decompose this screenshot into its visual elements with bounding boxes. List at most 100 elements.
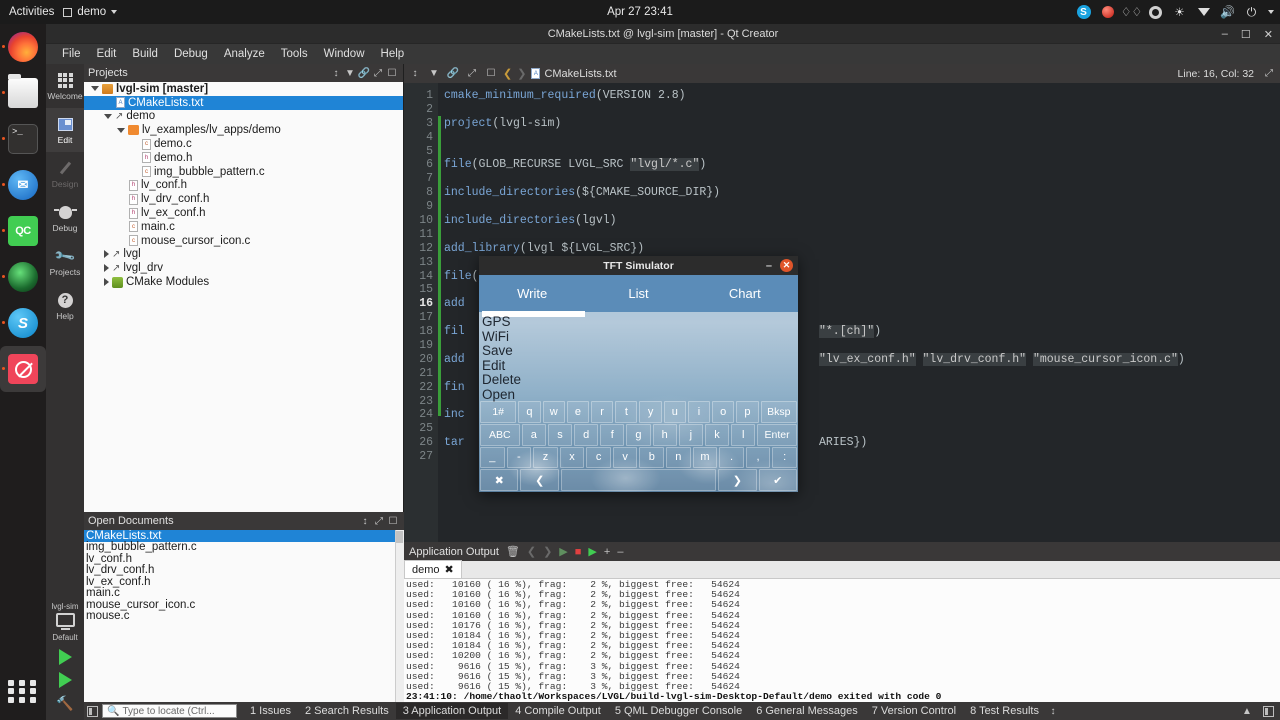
back-icon[interactable]: ↕ (408, 67, 422, 81)
key-c[interactable]: c (586, 446, 611, 469)
key-e[interactable]: e (566, 401, 590, 423)
key-t[interactable]: t (615, 401, 638, 423)
sort-icon[interactable]: ↕ (329, 66, 343, 80)
output-tab-demo[interactable]: demo ✖ (404, 560, 462, 578)
tft-list[interactable]: GPS WiFi Save Edit Delete Open (482, 314, 521, 403)
scrollbar-thumb[interactable] (396, 531, 403, 543)
expander-expand-icon[interactable] (104, 264, 109, 273)
key-Bksp[interactable]: Bksp (760, 401, 797, 423)
close-pane-icon[interactable]: ☐ (386, 514, 400, 528)
tft-list-item[interactable]: WiFi (482, 329, 521, 345)
menu-analyze[interactable]: Analyze (216, 46, 273, 62)
close-button[interactable]: ✕ (1264, 28, 1273, 41)
dock-item-globe-app[interactable] (0, 254, 46, 300)
close-split-icon[interactable]: ☐ (484, 67, 498, 81)
key-l[interactable]: l (731, 423, 756, 446)
expander-collapse-icon[interactable] (117, 127, 125, 133)
key-x[interactable]: x (559, 446, 585, 469)
key-sym[interactable]: ❯ (718, 469, 757, 491)
split-icon[interactable]: ⤢ (465, 67, 479, 81)
open-document-item[interactable]: lv_drv_conf.h (84, 564, 404, 576)
toggle-output-button[interactable] (1263, 705, 1274, 717)
menu-file[interactable]: File (54, 46, 89, 62)
tree-item[interactable]: h lv_ex_conf.h (84, 206, 403, 220)
tree-item[interactable]: ↗ demo (84, 110, 403, 124)
chevron-down-icon[interactable] (1268, 10, 1274, 14)
output-pane-button-version-control[interactable]: 7 Version Control (865, 703, 963, 719)
open-documents-list[interactable]: CMakeLists.txt img_bubble_pattern.c lv_con… (84, 530, 404, 720)
expander-expand-icon[interactable] (104, 278, 109, 287)
open-document-item[interactable]: CMakeLists.txt (84, 530, 404, 542)
key-u[interactable]: u (663, 401, 686, 423)
tree-item[interactable]: h lv_drv_conf.h (84, 192, 403, 206)
key-g[interactable]: g (626, 423, 651, 446)
resize-handle-icon[interactable]: ↕ (1046, 704, 1060, 718)
mode-welcome[interactable]: Welcome (46, 64, 84, 108)
dock-item-thunderbird[interactable]: ✉ (0, 162, 46, 208)
nav-forward-icon[interactable]: ❯ (517, 67, 526, 80)
tree-item[interactable]: CMake Modules (84, 275, 403, 289)
dock-item-qtcreator[interactable]: QC (0, 208, 46, 254)
menu-build[interactable]: Build (124, 46, 166, 62)
debug-button[interactable] (58, 672, 72, 688)
minimize-button[interactable]: – (1222, 28, 1228, 40)
key-o[interactable]: o (712, 401, 735, 423)
key-_[interactable]: _ (480, 446, 505, 469)
dropbox-icon[interactable]: ♢♢ (1121, 5, 1143, 20)
prev-icon[interactable]: ❮ (527, 545, 536, 558)
mode-edit[interactable]: Edit (46, 108, 84, 152)
steam-icon[interactable] (1148, 5, 1163, 20)
rerun-icon[interactable]: ▶ (588, 545, 596, 558)
key-y[interactable]: y (639, 401, 662, 423)
output-pane-button-search-results[interactable]: 2 Search Results (298, 703, 396, 719)
run-icon[interactable]: ▶ (559, 545, 567, 558)
dock-item-blocked-app[interactable] (0, 346, 46, 392)
tab-list[interactable]: List (585, 286, 691, 301)
key-v[interactable]: v (612, 446, 638, 469)
brightness-icon[interactable]: ☀ (1172, 5, 1187, 20)
tree-item[interactable]: c demo.c (84, 137, 403, 151)
key-sym[interactable]: ✔ (758, 469, 798, 491)
close-icon[interactable]: ✖ (445, 563, 454, 576)
open-document-item[interactable]: mouse_cursor_icon.c (84, 599, 404, 611)
menu-help[interactable]: Help (373, 46, 413, 62)
key-j[interactable]: j (678, 423, 703, 446)
maximize-button[interactable]: ☐ (1241, 28, 1251, 41)
open-documents-scrollbar[interactable] (395, 530, 404, 720)
tree-item[interactable]: lvgl-sim [master] (84, 82, 403, 96)
dock-item-files[interactable] (0, 70, 46, 116)
tft-list-item[interactable]: Edit (482, 358, 521, 374)
split-icon[interactable]: ⤢ (371, 66, 385, 80)
output-pane-button-general-messages[interactable]: 6 General Messages (749, 703, 865, 719)
open-document-item[interactable]: lv_ex_conf.h (84, 576, 404, 588)
clear-icon[interactable]: 🗑 (506, 545, 520, 558)
menu-edit[interactable]: Edit (89, 46, 125, 62)
kit-selector[interactable]: lvgl-sim Default 🔨 (46, 602, 84, 712)
open-document-item[interactable]: lv_conf.h (84, 553, 404, 565)
key-w[interactable]: w (542, 401, 565, 423)
key-sym[interactable]: , (745, 446, 771, 469)
key-1sym[interactable]: 1# (480, 401, 517, 423)
application-output-text[interactable]: used: 10160 ( 16 %), frag: 2 %, biggest … (404, 579, 1280, 720)
key-p[interactable]: p (736, 401, 759, 423)
output-pane-button-application-output[interactable]: 3 Application Output (395, 703, 509, 719)
tree-item[interactable]: c img_bubble_pattern.c (84, 165, 403, 179)
mode-debug[interactable]: Debug (46, 196, 84, 240)
split-icon[interactable]: ⤢ (372, 514, 386, 528)
key-sym[interactable]: : (772, 446, 797, 469)
key-s[interactable]: s (547, 423, 573, 446)
key-sym[interactable]: - (506, 446, 532, 469)
key-sym[interactable]: ❮ (520, 469, 559, 491)
key-sym[interactable]: . (719, 446, 744, 469)
dock-item-skype[interactable]: S (0, 300, 46, 346)
key-d[interactable]: d (574, 423, 599, 446)
next-icon[interactable]: ❯ (543, 545, 552, 558)
split-editor-icon[interactable]: ⤢ (1262, 67, 1276, 81)
link-icon[interactable]: 🔗 (446, 67, 460, 81)
tree-item[interactable]: lv_examples/lv_apps/demo (84, 123, 403, 137)
tab-chart[interactable]: Chart (692, 286, 798, 301)
link-icon[interactable]: 🔗 (357, 66, 371, 80)
key-Enter[interactable]: Enter (757, 423, 797, 446)
tree-item[interactable]: ↗ lvgl_drv (84, 261, 403, 275)
output-pane-button-issues[interactable]: 1 Issues (243, 703, 298, 719)
